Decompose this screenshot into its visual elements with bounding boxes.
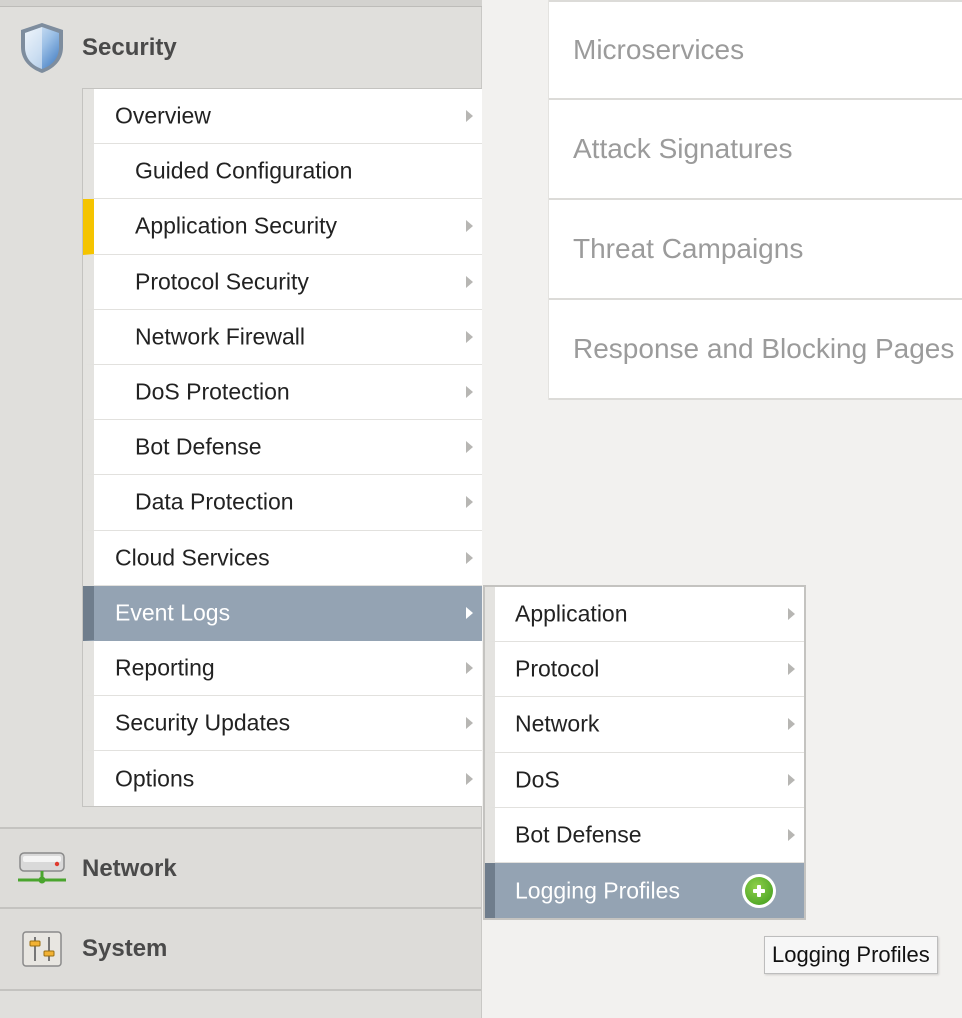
menu-item-label: Network (515, 710, 600, 737)
content-item-response-blocking-pages[interactable]: Response and Blocking Pages (549, 300, 962, 400)
add-circle-icon[interactable] (742, 873, 776, 908)
menu-item-label: Security Updates (115, 709, 291, 736)
content-item-label: Threat Campaigns (573, 233, 804, 264)
menu-item-label: DoS (515, 766, 560, 793)
content-item-microservices[interactable]: Microservices (549, 0, 962, 100)
nav-section-label: Security (82, 34, 177, 61)
menu-item-label: Protocol (515, 655, 600, 682)
content-item-label: Response and Blocking Pages (573, 333, 955, 364)
menu-item-options[interactable]: Options (83, 751, 482, 807)
chevron-right-icon (788, 663, 795, 676)
left-nav-panel: Security Overview Guided Configuration A… (0, 0, 482, 1018)
content-item-threat-campaigns[interactable]: Threat Campaigns (549, 200, 962, 300)
chevron-right-icon (466, 496, 473, 509)
chevron-right-icon (466, 441, 473, 454)
chevron-right-icon (788, 718, 795, 731)
menu-item-event-logs[interactable]: Event Logs (83, 585, 482, 641)
menu-item-label: Guided Configuration (135, 157, 353, 184)
content-item-attack-signatures[interactable]: Attack Signatures (549, 100, 962, 200)
menu-item-protocol-security[interactable]: Protocol Security (83, 254, 482, 310)
chevron-right-icon (466, 386, 473, 399)
nav-section-system[interactable]: System (0, 907, 481, 991)
chevron-right-icon (466, 661, 473, 674)
menu-item-label: Protocol Security (135, 268, 309, 295)
sliders-icon (14, 921, 70, 977)
menu-item-label: Application (515, 600, 628, 627)
content-item-label: Attack Signatures (573, 133, 793, 164)
flyout-item-network[interactable]: Network (485, 697, 804, 753)
menu-item-label: Data Protection (135, 488, 294, 515)
flyout-item-logging-profiles[interactable]: Logging Profiles (485, 862, 804, 919)
content-list: Microservices Attack Signatures Threat C… (548, 0, 962, 400)
menu-item-label: Logging Profiles (515, 877, 680, 904)
nav-section-network[interactable]: Network (0, 827, 481, 909)
chevron-right-icon (466, 220, 473, 233)
chevron-right-icon (466, 551, 473, 564)
menu-item-label: Application Security (135, 212, 337, 239)
menu-item-cloud-services[interactable]: Cloud Services (83, 530, 482, 586)
menu-item-label: Reporting (115, 654, 215, 681)
menu-item-dos-protection[interactable]: DoS Protection (83, 364, 482, 421)
flyout-item-protocol[interactable]: Protocol (485, 642, 804, 698)
menu-item-label: DoS Protection (135, 378, 290, 405)
chevron-right-icon (466, 606, 473, 619)
chevron-right-icon (466, 330, 473, 343)
menu-item-guided-configuration[interactable]: Guided Configuration (83, 144, 482, 200)
menu-item-security-updates[interactable]: Security Updates (83, 696, 482, 752)
nav-section-security[interactable]: Security (0, 8, 481, 88)
security-submenu: Overview Guided Configuration Applicatio… (82, 88, 482, 808)
menu-item-label: Event Logs (115, 599, 231, 626)
flyout-item-application[interactable]: Application (485, 587, 804, 643)
nav-section-label: System (82, 935, 168, 962)
menu-item-label: Network Firewall (135, 323, 305, 350)
menu-item-label: Bot Defense (135, 433, 262, 460)
nav-section-label: Network (82, 855, 177, 882)
flyout-item-bot-defense[interactable]: Bot Defense (485, 807, 804, 863)
menu-item-label: Bot Defense (515, 821, 642, 848)
menu-item-label: Options (115, 765, 195, 792)
shield-icon (14, 20, 70, 76)
content-item-label: Microservices (573, 34, 745, 65)
menu-item-overview[interactable]: Overview (83, 89, 482, 145)
event-logs-flyout: Application Protocol Network DoS Bot Def… (483, 585, 806, 921)
menu-item-application-security[interactable]: Application Security (83, 199, 482, 255)
chevron-right-icon (466, 110, 473, 123)
chevron-right-icon (466, 717, 473, 730)
chevron-right-icon (788, 828, 795, 841)
flyout-item-dos[interactable]: DoS (485, 752, 804, 808)
chevron-right-icon (788, 773, 795, 786)
menu-item-network-firewall[interactable]: Network Firewall (83, 309, 482, 365)
menu-item-bot-defense[interactable]: Bot Defense (83, 420, 482, 476)
menu-item-label: Overview (115, 102, 211, 129)
chevron-right-icon (466, 275, 473, 288)
network-device-icon (14, 841, 70, 897)
chevron-right-icon (466, 772, 473, 785)
chevron-right-icon (788, 608, 795, 621)
top-divider (0, 0, 482, 7)
menu-item-label: Cloud Services (115, 544, 270, 571)
menu-item-data-protection[interactable]: Data Protection (83, 475, 482, 531)
menu-item-reporting[interactable]: Reporting (83, 640, 482, 697)
tooltip: Logging Profiles (764, 936, 938, 974)
